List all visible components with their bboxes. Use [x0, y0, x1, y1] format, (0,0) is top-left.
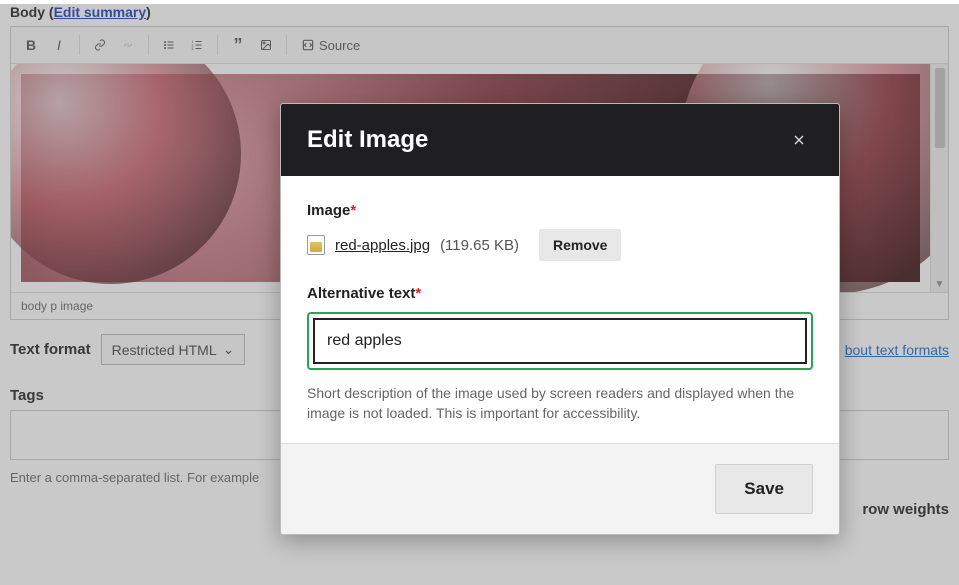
alt-text-help: Short description of the image used by s… [307, 384, 813, 423]
edit-image-modal: Edit Image Image* red-apples.jpg (119.65… [280, 103, 840, 535]
modal-footer: Save [281, 443, 839, 534]
file-icon [307, 235, 325, 255]
file-size: (119.65 KB) [440, 237, 519, 254]
alt-text-input[interactable] [313, 318, 807, 364]
file-name-link[interactable]: red-apples.jpg [335, 237, 430, 254]
alt-text-highlight [307, 312, 813, 370]
alt-text-label: Alternative text* [307, 285, 813, 302]
save-button[interactable]: Save [715, 464, 813, 514]
remove-button[interactable]: Remove [539, 229, 621, 261]
file-row: red-apples.jpg (119.65 KB) Remove [307, 229, 813, 261]
image-field-label: Image* [307, 202, 813, 219]
modal-title: Edit Image [307, 126, 428, 154]
modal-header: Edit Image [281, 104, 839, 176]
close-button[interactable] [785, 126, 813, 154]
close-icon [791, 132, 807, 148]
